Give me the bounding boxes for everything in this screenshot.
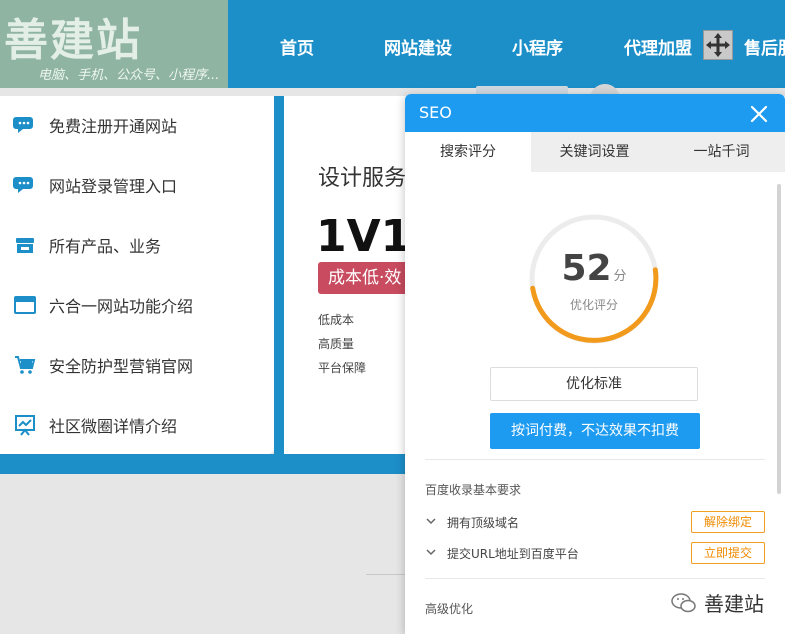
menu-item-label: 安全防护型营销官网 [49,357,194,376]
baidu-requirements-title: 百度收录基本要求 [425,483,522,497]
tab-one-site-thousand-words[interactable]: 一站千词 [658,132,785,172]
browser-window-icon [12,292,38,318]
feature-low-cost: 低成本 [318,313,355,327]
seo-tabs: 搜索评分 关键词设置 一站千词 [405,132,785,172]
unbind-button[interactable]: 解除绑定 [691,511,765,533]
menu-item-community[interactable]: 社区微圈详情介绍 [12,410,177,440]
nav-agency[interactable]: 代理加盟 [624,34,692,59]
logo-subtitle: 电脑、手机、公众号、小程序... [38,68,220,83]
nav-after-sales[interactable]: 售后服 [744,34,785,59]
chevron-down-icon[interactable] [425,546,437,558]
site-logo[interactable]: 善建站 电脑、手机、公众号、小程序... [0,0,228,88]
watermark-text: 善建站 [704,592,764,616]
close-icon[interactable] [749,104,769,124]
menu-item-label: 免费注册开通网站 [49,117,178,136]
wechat-icon [671,592,696,612]
score-value-wrap: 52 分 [527,248,661,289]
divider-line [366,574,406,575]
requirement-text: 拥有顶级域名 [447,516,520,530]
requirement-submit-url: 提交URL地址到百度平台 立即提交 [425,542,765,564]
menu-item-products[interactable]: 所有产品、业务 [12,230,161,260]
score-label: 优化评分 [569,298,618,312]
menu-item-security[interactable]: 安全防护型营销官网 [12,350,193,380]
score-gauge: 52 分 优化评分 [527,212,661,346]
move-icon[interactable] [703,30,733,60]
feature-platform-guarantee: 平台保障 [318,361,367,375]
requirement-text: 提交URL地址到百度平台 [447,547,579,561]
score-unit: 分 [613,269,627,284]
pay-per-keyword-button[interactable]: 按词付费，不达效果不扣费 [490,413,700,449]
wechat-watermark: 善建站 [670,588,764,617]
menu-item-label: 社区微圈详情介绍 [49,417,178,436]
chat-bubble-icon [12,112,38,138]
menu-item-features[interactable]: 六合一网站功能介绍 [12,290,193,320]
left-menu: 免费注册开通网站 网站登录管理入口 所有产品、业务 六合一网站功能介绍 安全防护… [0,96,274,454]
store-icon [12,232,38,258]
nav-website-building[interactable]: 网站建设 [384,34,452,59]
shopping-cart-icon [12,352,38,378]
section-divider [425,578,765,579]
logo-title: 善建站 [4,15,142,66]
menu-item-register[interactable]: 免费注册开通网站 [12,110,177,140]
nav-home[interactable]: 首页 [280,34,314,59]
chat-bubble-icon [12,172,38,198]
seo-panel-title: SEO [419,103,452,122]
submit-now-button[interactable]: 立即提交 [691,542,765,564]
nav-mini-program[interactable]: 小程序 [512,34,563,59]
section-divider [425,459,765,460]
design-service-title: 设计服务 [318,166,407,191]
site-header: 善建站 电脑、手机、公众号、小程序... 首页 网站建设 小程序 代理加盟 售后… [0,0,785,88]
menu-item-label: 网站登录管理入口 [49,177,178,196]
score-value: 52 [561,248,612,289]
chart-board-icon [12,412,38,438]
requirement-top-domain: 拥有顶级域名 解除绑定 [425,511,765,533]
menu-item-label: 六合一网站功能介绍 [49,297,194,316]
menu-gap [274,96,284,454]
advanced-optimization-title: 高级优化 [425,602,474,616]
chevron-down-icon[interactable] [425,515,437,527]
optimization-standard-button[interactable]: 优化标准 [490,367,698,401]
feature-high-quality: 高质量 [318,337,355,351]
tab-search-score[interactable]: 搜索评分 [405,132,531,172]
seo-panel-header: SEO [405,94,785,132]
menu-item-login[interactable]: 网站登录管理入口 [12,170,177,200]
panel-scrollbar[interactable] [777,184,781,494]
seo-panel: SEO 搜索评分 关键词设置 一站千词 52 分 优化评分 优化标准 按词付费，不… [405,94,785,634]
tab-keyword-settings[interactable]: 关键词设置 [531,132,658,172]
menu-item-label: 所有产品、业务 [49,237,162,256]
